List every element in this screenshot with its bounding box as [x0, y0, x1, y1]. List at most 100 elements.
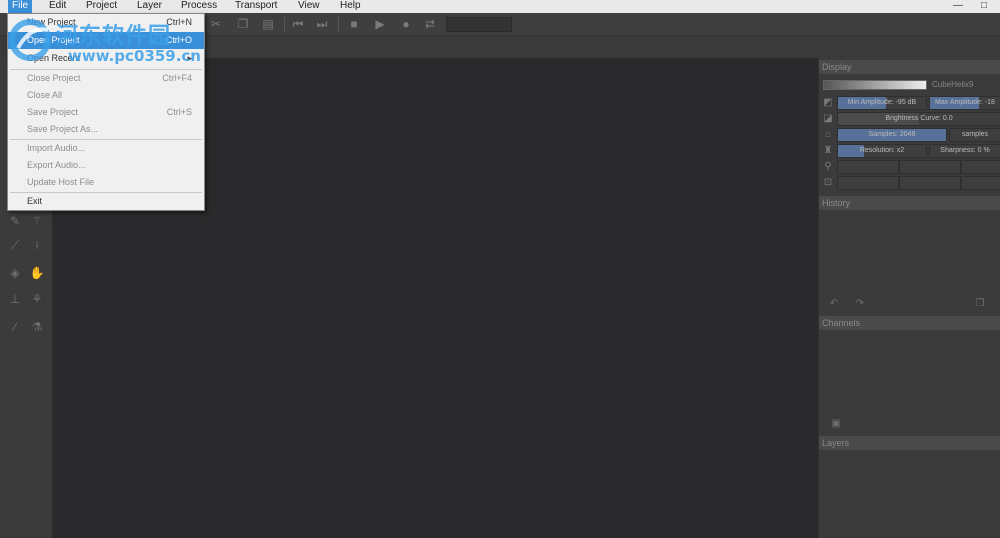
menu-item-shortcut: Ctrl+O: [165, 35, 192, 45]
cut-icon[interactable]: ✂: [208, 17, 224, 32]
menu-process[interactable]: Process: [177, 0, 221, 13]
menu-item-shortcut: Ctrl+F4: [162, 73, 192, 83]
channel-settings-icon[interactable]: ▣: [829, 418, 843, 430]
line-icon[interactable]: ⟋: [6, 236, 24, 254]
loop-icon[interactable]: ⇄: [422, 17, 438, 32]
stop-icon[interactable]: ■: [346, 17, 362, 32]
menu-item-import-audio[interactable]: Import Audio...: [8, 140, 204, 157]
zoom-fit-icon[interactable]: ⊡: [821, 176, 835, 190]
clone-icon[interactable]: ⚘: [28, 290, 46, 308]
menu-item-label: Export Audio...: [27, 160, 86, 170]
max-amplitude-label: Max Amplitude: -18: [935, 99, 995, 106]
menu-item-label: New Project: [27, 17, 76, 27]
paste-icon[interactable]: ▤: [260, 17, 276, 32]
skip-end-icon[interactable]: ⏭: [314, 17, 330, 32]
menu-item-save-project-as[interactable]: Save Project As...: [8, 121, 204, 138]
resolution-label: Resolution: x2: [859, 147, 905, 154]
menu-item-save-project[interactable]: Save Project Ctrl+S: [8, 104, 204, 121]
menu-item-export-audio[interactable]: Export Audio...: [8, 157, 204, 174]
minimize-button[interactable]: —: [946, 0, 970, 13]
max-amplitude-slider[interactable]: Max Amplitude: -18: [929, 96, 1000, 110]
menu-item-close-all[interactable]: Close All: [8, 87, 204, 104]
dropper-icon[interactable]: ⚗: [28, 318, 46, 336]
menu-item-label: Update Host File: [27, 177, 95, 187]
history-panel-header: History: [819, 196, 1000, 210]
menu-transport[interactable]: Transport: [231, 0, 281, 13]
magnify-icon[interactable]: ⚲: [821, 160, 835, 174]
play-icon[interactable]: ▶: [372, 17, 388, 32]
brightness-label: Brightness Curve: 0.0: [885, 115, 953, 122]
display-grid-cell: [837, 160, 899, 174]
menu-item-shortcut: Ctrl+S: [166, 107, 192, 117]
record-icon[interactable]: ●: [398, 17, 414, 32]
toolbar-separator: [338, 17, 339, 32]
colormap-select[interactable]: CubeHelix9: [929, 79, 1000, 91]
menu-item-label: Exit: [27, 196, 43, 206]
brush-icon[interactable]: ✎: [6, 212, 24, 230]
menu-view[interactable]: View: [294, 0, 324, 13]
menu-item-update-host-file[interactable]: Update Host File: [8, 174, 204, 191]
samples-slider[interactable]: Samples: 2048: [837, 128, 947, 142]
channels-panel-header: Channels: [819, 316, 1000, 330]
right-panel: Display CubeHelix9 ◩ Min Amplitude: -95 …: [818, 58, 1000, 538]
menu-item-open-recent[interactable]: Open Recent ▸: [8, 50, 204, 67]
menu-file[interactable]: File: [8, 0, 33, 13]
brightness-slider[interactable]: Brightness Curve: 0.0: [837, 112, 1000, 126]
redo-icon[interactable]: ↷: [853, 298, 867, 310]
sharpness-label: Sharpness: 0 %: [940, 147, 990, 154]
display-grid-cell: [961, 160, 1000, 174]
min-amplitude-slider[interactable]: Min Amplitude: -95 dB: [837, 96, 927, 110]
history-list[interactable]: [819, 210, 1000, 294]
smudge-icon[interactable]: ✋: [28, 264, 46, 282]
file-menu-dropdown: New Project Ctrl+N Open Project Ctrl+O O…: [7, 13, 205, 211]
menu-item-open-project[interactable]: Open Project Ctrl+O: [8, 32, 204, 49]
display-panel-header: Display: [819, 60, 1000, 74]
channels-list[interactable]: [819, 330, 1000, 416]
sharpness-slider[interactable]: Sharpness: 0 %: [929, 144, 1000, 158]
samples-unit-label: samples: [961, 131, 989, 138]
display-grid-cell: [837, 176, 899, 190]
vertical-line-icon[interactable]: ⟊: [28, 236, 46, 254]
samples-label: Samples: 2048: [868, 131, 916, 138]
time-display: [446, 17, 512, 32]
menu-item-label: Save Project: [27, 107, 79, 117]
layers-panel-header: Layers: [819, 436, 1000, 450]
menu-item-close-project[interactable]: Close Project Ctrl+F4: [8, 70, 204, 87]
resolution-slider[interactable]: Resolution: x2: [837, 144, 927, 158]
menu-project[interactable]: Project: [82, 0, 121, 13]
menu-bar: File Edit Project Layer Process Transpor…: [0, 0, 1000, 13]
min-amplitude-label: Min Amplitude: -95 dB: [847, 99, 917, 106]
skip-start-icon[interactable]: ⏮: [290, 17, 306, 32]
menu-edit[interactable]: Edit: [45, 0, 70, 13]
menu-layer[interactable]: Layer: [133, 0, 166, 13]
layers-list[interactable]: [819, 450, 1000, 538]
colormap-row: CubeHelix9: [821, 78, 1000, 92]
submenu-arrow-icon: ▸: [187, 53, 192, 63]
menu-item-label: Close All: [27, 90, 63, 100]
menu-item-label: Save Project As...: [27, 124, 99, 134]
samples-unit[interactable]: samples: [949, 128, 1000, 142]
menu-item-shortcut: Ctrl+N: [166, 17, 192, 27]
maximize-button[interactable]: □: [972, 0, 996, 13]
wand-icon[interactable]: ⚚: [28, 212, 46, 230]
display-grid-cell: [899, 176, 961, 190]
toolbar-separator: [284, 17, 285, 32]
copy-icon[interactable]: ❐: [235, 17, 251, 32]
menu-item-exit[interactable]: Exit: [8, 193, 204, 210]
menu-item-label: Import Audio...: [27, 143, 86, 153]
amplitude-icon: ◩: [823, 97, 833, 108]
undo-icon[interactable]: ↶: [827, 298, 841, 310]
home-icon: ⌂: [824, 129, 832, 140]
colormap-gradient: [823, 80, 927, 90]
menu-help[interactable]: Help: [336, 0, 365, 13]
pen-icon[interactable]: ⁄: [6, 318, 24, 336]
curve-icon: ◪: [823, 113, 833, 124]
menu-item-new-project[interactable]: New Project Ctrl+N: [8, 14, 204, 31]
stamp-icon[interactable]: ⊥: [6, 290, 24, 308]
clear-history-icon[interactable]: ❐: [973, 298, 987, 310]
display-grid-cell: [961, 176, 1000, 190]
menu-item-label: Open Project: [27, 35, 80, 45]
eraser-icon[interactable]: ◈: [6, 264, 24, 282]
display-grid-cell: [899, 160, 961, 174]
menu-item-label: Close Project: [27, 73, 81, 83]
